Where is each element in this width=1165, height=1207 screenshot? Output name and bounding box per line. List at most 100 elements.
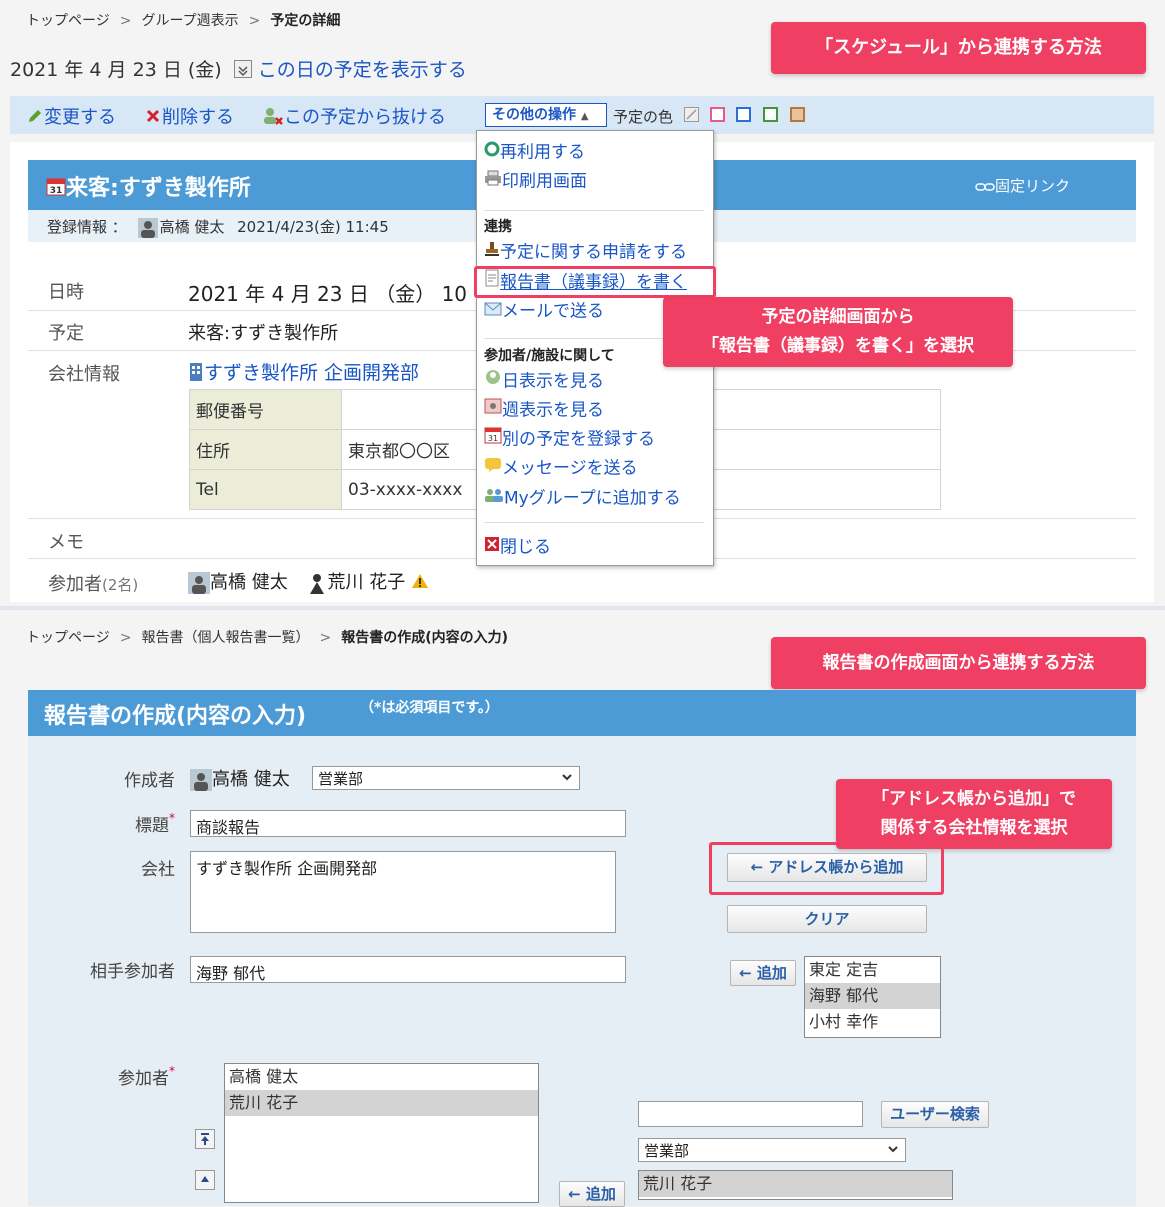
color-label: 予定の色 (613, 108, 674, 126)
partner-listbox[interactable]: 東定 定吉 海野 郁代 小村 幸作 (804, 956, 941, 1038)
warning-icon (411, 573, 429, 594)
move-top-icon (201, 1133, 209, 1145)
reg-label: 登録情報 ： (47, 218, 127, 236)
menu-register-other[interactable]: 31 別の予定を登録する (478, 425, 655, 454)
schedule-date: 2021 年 4 月 23 日 (金) (10, 59, 222, 81)
menu-send-message[interactable]: メッセージを送る (478, 454, 638, 483)
company-key: 郵便番号 (189, 389, 342, 430)
menu-print[interactable]: 印刷用画面 (478, 167, 587, 196)
clear-button[interactable]: クリア (727, 905, 927, 933)
datetime-label: 日時 (48, 282, 84, 303)
close-icon (484, 533, 500, 562)
reg-info: 登録情報 ： 高橋 健太 2021/4/23(金) 11:45 (47, 216, 389, 238)
callout-schedule: 「スケジュール」から連携する方法 (771, 22, 1146, 74)
breadcrumb-separator: > (119, 630, 132, 646)
menu-separator (478, 518, 710, 527)
company-field-label: 会社 (141, 860, 175, 880)
breadcrumb: トップページ > グループ週表示 > 予定の詳細 (26, 10, 340, 30)
candidates-listbox[interactable]: 荒川 花子 (638, 1170, 953, 1200)
breadcrumb-top[interactable]: トップページ (26, 630, 110, 646)
list-item[interactable]: 東定 定吉 (805, 957, 940, 983)
leave-button[interactable]: この予定から抜ける (262, 103, 446, 131)
breadcrumb-top[interactable]: トップページ (26, 13, 110, 29)
dept-selected: 営業部 (318, 770, 364, 788)
chevron-down-icon (561, 768, 573, 790)
partner-input[interactable]: 海野 郁代 (190, 956, 626, 983)
delete-button[interactable]: 削除する (144, 103, 234, 130)
menu-day-view[interactable]: 日表示を見る (478, 367, 604, 396)
edit-button[interactable]: 変更する (26, 103, 116, 130)
user-search-input[interactable] (638, 1101, 863, 1127)
color-brown-swatch[interactable] (790, 107, 805, 122)
calendar-icon: 31 (484, 425, 502, 454)
required-mark: * (169, 811, 175, 825)
list-item[interactable]: 荒川 花子 (639, 1171, 952, 1197)
menu-add-mygroup-label: Myグループに追加する (504, 488, 681, 509)
breadcrumb-group-week[interactable]: グループ週表示 (141, 13, 238, 29)
report-icon (484, 268, 500, 297)
participants-listbox[interactable]: 高橋 健太 荒川 花子 (224, 1063, 539, 1203)
detail-title: 来客:すずき製作所 (66, 176, 251, 201)
day-view-icon (484, 367, 502, 396)
participants-label-wrap: 参加者(2名) (48, 570, 138, 596)
color-none-swatch[interactable] (684, 107, 699, 122)
calendar-down-icon (233, 59, 252, 78)
add-from-address-button[interactable]: ← アドレス帳から追加 (727, 853, 927, 882)
breadcrumb-report-list[interactable]: 報告書（個人報告書一覧） (141, 630, 309, 646)
dept2-select[interactable]: 営業部 (638, 1138, 906, 1162)
list-item[interactable]: 荒川 花子 (225, 1090, 538, 1116)
move-up-button[interactable] (195, 1170, 215, 1190)
menu-mail-label: メールで送る (502, 301, 604, 322)
menu-close[interactable]: 閉じる (478, 533, 551, 562)
link-icon (975, 178, 995, 196)
menu-separator (478, 206, 710, 215)
date-line: 2021 年 4 月 23 日 (金) この日の予定を表示する (10, 55, 467, 82)
menu-week-view[interactable]: 週表示を見る (478, 396, 604, 425)
title-label-wrap: 標題* (60, 811, 175, 836)
move-top-button[interactable] (195, 1129, 215, 1149)
participants-count: (2名) (102, 576, 139, 594)
other-ops-label: その他の操作 (492, 107, 576, 123)
reg-date: 2021/4/23(金) 11:45 (237, 218, 389, 236)
avatar-icon (190, 769, 212, 791)
company-label: 会社情報 (48, 364, 120, 385)
add-partner-button[interactable]: ← 追加 (730, 960, 796, 986)
color-blue-swatch[interactable] (736, 107, 751, 122)
menu-add-mygroup[interactable]: Myグループに追加する (478, 484, 681, 513)
menu-write-report-label: 報告書（議事録）を書く (500, 272, 687, 293)
callout-address-line2: 関係する会社情報を選択 (880, 818, 1068, 838)
permalink-button[interactable]: 固定リンク (975, 175, 1070, 196)
callout-report-method: 報告書の作成画面から連携する方法 (771, 637, 1146, 689)
plan-label: 予定 (48, 323, 84, 344)
list-item[interactable]: 小村 幸作 (805, 1009, 940, 1035)
company-key: 住所 (189, 429, 342, 470)
color-pink-swatch[interactable] (710, 107, 725, 122)
color-green-swatch[interactable] (763, 107, 778, 122)
menu-week-view-label: 週表示を見る (502, 400, 604, 421)
list-item[interactable]: 海野 郁代 (805, 983, 940, 1009)
breadcrumb-separator: > (319, 630, 332, 646)
datetime-value: 2021 年 4 月 23 日 （金） 10 (188, 282, 468, 306)
list-item[interactable]: 高橋 健太 (225, 1064, 538, 1090)
dept2-selected: 営業部 (644, 1142, 690, 1160)
other-ops-button[interactable]: その他の操作 ▲ (485, 103, 607, 127)
participant-1[interactable]: 高橋 健太 (210, 572, 288, 593)
svg-text:31: 31 (488, 434, 498, 443)
participants-field-label: 参加者 (118, 1069, 169, 1089)
menu-write-report[interactable]: 報告書（議事録）を書く (478, 268, 687, 297)
title-input[interactable]: 商談報告 (190, 810, 626, 837)
menu-mail[interactable]: メールで送る (478, 297, 604, 326)
user-remove-icon (262, 106, 284, 131)
show-day-link[interactable]: この日の予定を表示する (258, 59, 467, 81)
company-link[interactable]: すずき製作所 企画開発部 (204, 362, 419, 384)
user-search-button[interactable]: ユーザー検索 (881, 1101, 989, 1128)
participants-values: 高橋 健太 荒川 花子 (188, 568, 429, 594)
breadcrumb-report: トップページ > 報告書（個人報告書一覧） > 報告書の作成(内容の入力) (26, 627, 508, 647)
participant-2[interactable]: 荒川 花子 (327, 572, 405, 593)
dept-select[interactable]: 営業部 (312, 766, 580, 790)
menu-reuse[interactable]: 再利用する (478, 138, 585, 167)
add-participant-button[interactable]: ← 追加 (559, 1181, 625, 1207)
breadcrumb-current: 報告書の作成(内容の入力) (341, 630, 508, 646)
menu-apply[interactable]: 予定に関する申請をする (478, 238, 687, 267)
company-textarea[interactable]: すずき製作所 企画開発部 (190, 851, 616, 933)
